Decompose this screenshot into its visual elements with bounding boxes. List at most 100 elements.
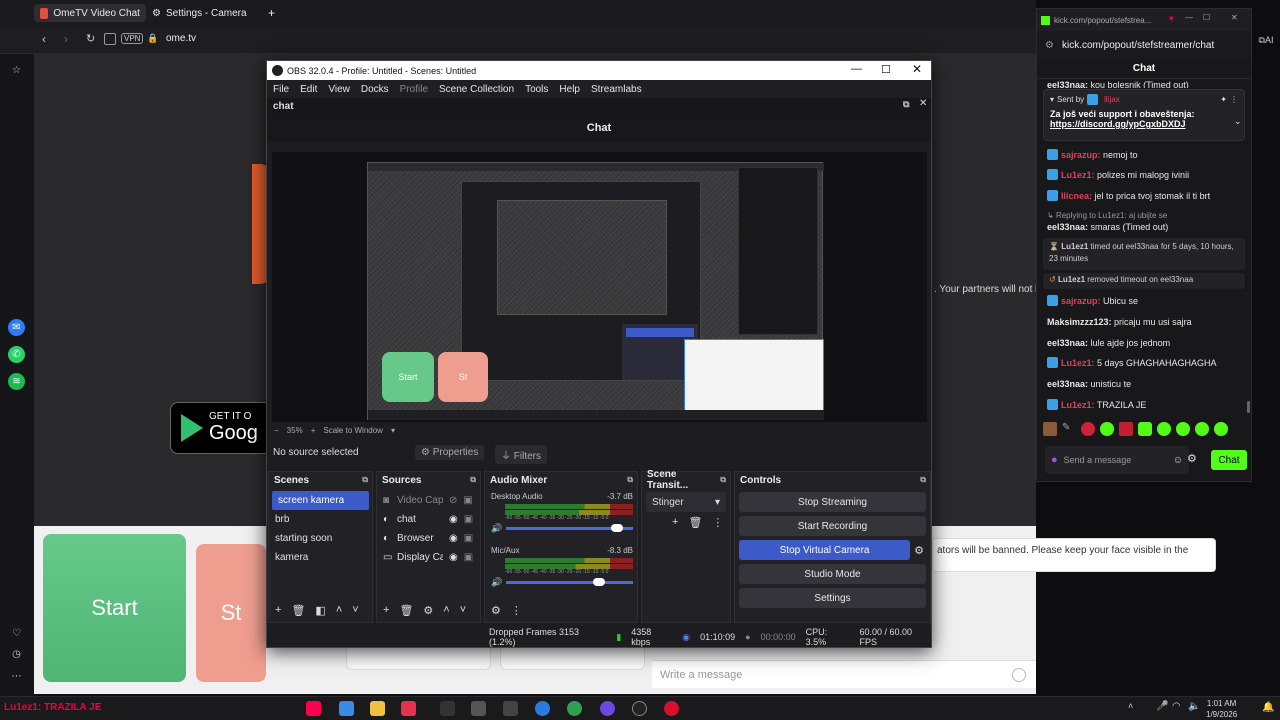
scale-mode[interactable]: Scale to Window [323,426,383,435]
obs-icon[interactable] [632,701,647,716]
google-play-badge[interactable]: GET IT O Goog [170,402,280,454]
tab-settings[interactable]: ⚙ Settings - Camera [146,4,260,22]
emoji-icon[interactable] [1012,667,1026,682]
maximize-icon[interactable]: ☐ [881,63,891,76]
arrow-up-icon[interactable]: ˄ [443,604,449,616]
gear-icon[interactable]: ⚙ [914,544,924,557]
chat-user[interactable]: eel33naa: [1047,379,1088,389]
volume-slider[interactable] [506,524,633,532]
dock-float-icon[interactable]: ⧉ [920,475,926,485]
stop-button[interactable]: St [196,544,266,682]
more-icon[interactable]: ⋮ [1230,95,1238,104]
clock[interactable]: 1:01 AM 1/9/2026 [1206,698,1237,720]
scene-item[interactable]: screen kamera [272,491,369,510]
close-icon[interactable]: ✕ [912,62,922,76]
menu-profile[interactable]: Profile [400,84,428,95]
add-icon[interactable]: + [672,516,678,529]
close-icon[interactable]: ✕ [1231,13,1238,22]
scene-item[interactable]: brb [269,510,372,529]
chrome-icon[interactable] [567,701,582,716]
dock-float-icon[interactable]: ⧉ [470,475,476,485]
gear-icon[interactable]: ⚙ [423,604,433,617]
emote-icon[interactable] [1100,422,1114,436]
reload-icon[interactable]: ↻ [86,32,95,45]
arrow-up-icon[interactable]: ˄ [336,604,342,616]
add-icon[interactable]: + [275,604,281,616]
dock-float-icon[interactable]: ⧉ [362,475,368,485]
source-item[interactable]: ▭ Display Cap ◉ ▣ [377,548,480,567]
source-item[interactable]: ◐ chat ◉ ▣ [377,510,480,529]
kick-url[interactable]: kick.com/popout/stefstreamer/chat [1062,40,1214,51]
add-icon[interactable]: + [383,604,389,616]
start-recording-button[interactable]: Start Recording [739,516,926,536]
reply-user[interactable]: Replying to Lu1ez1: [1056,211,1127,220]
app-icon[interactable] [503,701,518,716]
emote-icon[interactable] [1195,422,1209,436]
vpn-badge[interactable]: VPN [121,33,144,44]
lock-icon[interactable]: ▣ [463,495,472,506]
app-icon[interactable] [440,701,455,716]
heart-icon[interactable]: ♥ [1169,14,1174,23]
bookmark-star-icon[interactable]: ☆ [8,62,25,79]
menu-edit[interactable]: Edit [300,84,317,95]
mic-icon[interactable]: ● [1051,454,1058,466]
message-input[interactable]: Write a message [652,660,1036,688]
opera-icon[interactable] [664,701,679,716]
chat-scrollbar[interactable] [1247,401,1250,413]
menu-tools[interactable]: Tools [525,84,548,95]
chat-user[interactable]: llicnea: [1061,191,1092,201]
pinned-link[interactable]: https://discord.gg/ypCgxbDXDJ [1050,119,1238,129]
obs-preview[interactable]: Start St [272,152,927,422]
url-field[interactable]: ome.tv [166,33,196,44]
arrow-down-icon[interactable]: ˅ [460,604,466,616]
maximize-icon[interactable]: ☐ [1203,13,1210,22]
lock-icon[interactable]: ▣ [464,552,473,563]
discord-icon[interactable] [600,701,615,716]
scene-item[interactable]: starting soon [269,529,372,548]
gear-icon[interactable]: ⚙ [1187,452,1197,465]
trash-icon[interactable]: 🗑 [399,604,413,617]
chat-user[interactable]: sajrazup: [1061,296,1101,306]
chevron-down-icon[interactable]: ⌄ [1234,116,1242,127]
emote-icon[interactable] [1043,422,1057,436]
stop-streaming-button[interactable]: Stop Streaming [739,492,926,512]
volume-slider[interactable] [506,578,633,586]
more-icon[interactable]: ⋮ [712,516,723,529]
menu-help[interactable]: Help [559,84,580,95]
chat-send-button[interactable]: Chat [1211,450,1247,470]
lock-icon[interactable]: ▣ [464,533,473,544]
more-icon[interactable]: ⋯ [8,668,25,685]
app-icon[interactable] [401,701,416,716]
messenger-icon[interactable]: ✉ [8,319,25,336]
pinned-sender[interactable]: llijax [1104,95,1120,104]
chat-user[interactable]: eel33naa: [1047,222,1088,232]
emote-icon[interactable] [1081,422,1095,436]
eye-icon[interactable]: ◉ [449,552,458,563]
chat-user[interactable]: eel33naa: [1047,80,1088,88]
minimize-icon[interactable]: — [851,63,862,75]
trash-icon[interactable]: 🗑 [688,516,702,529]
eye-hidden-icon[interactable]: ⊘ [449,495,457,506]
dock-close-icon[interactable]: ✕ [919,98,927,109]
heart-icon[interactable]: ♡ [8,625,25,642]
transition-select[interactable]: Stinger ▾ [646,492,726,512]
start-button[interactable]: Start [43,534,186,682]
menu-scene-collection[interactable]: Scene Collection [439,84,514,95]
chat-user[interactable]: Maksimzzz123: [1047,317,1112,327]
menu-file[interactable]: File [273,84,289,95]
settings-button[interactable]: Settings [739,588,926,608]
back-icon[interactable]: ‹ [42,32,46,46]
filters-button[interactable]: ⏚ Filters [495,445,548,464]
arrow-down-icon[interactable]: ˅ [352,604,358,616]
zoom-out-icon[interactable]: − [274,426,279,435]
chevron-down-icon[interactable]: ▾ [391,426,395,435]
spotify-icon[interactable]: ≋ [8,373,25,390]
more-icon[interactable]: ⋮ [511,604,522,617]
menu-streamlabs[interactable]: Streamlabs [591,84,642,95]
eye-icon[interactable]: ◉ [449,514,458,525]
dock-float-icon[interactable]: ⧉ [903,99,909,110]
edge-icon[interactable] [535,701,550,716]
chat-user[interactable]: Lu1ez1: [1061,170,1095,180]
chat-user[interactable]: Lu1ez1: [1061,400,1095,410]
chevron-up-icon[interactable]: ˄ [1128,701,1133,711]
